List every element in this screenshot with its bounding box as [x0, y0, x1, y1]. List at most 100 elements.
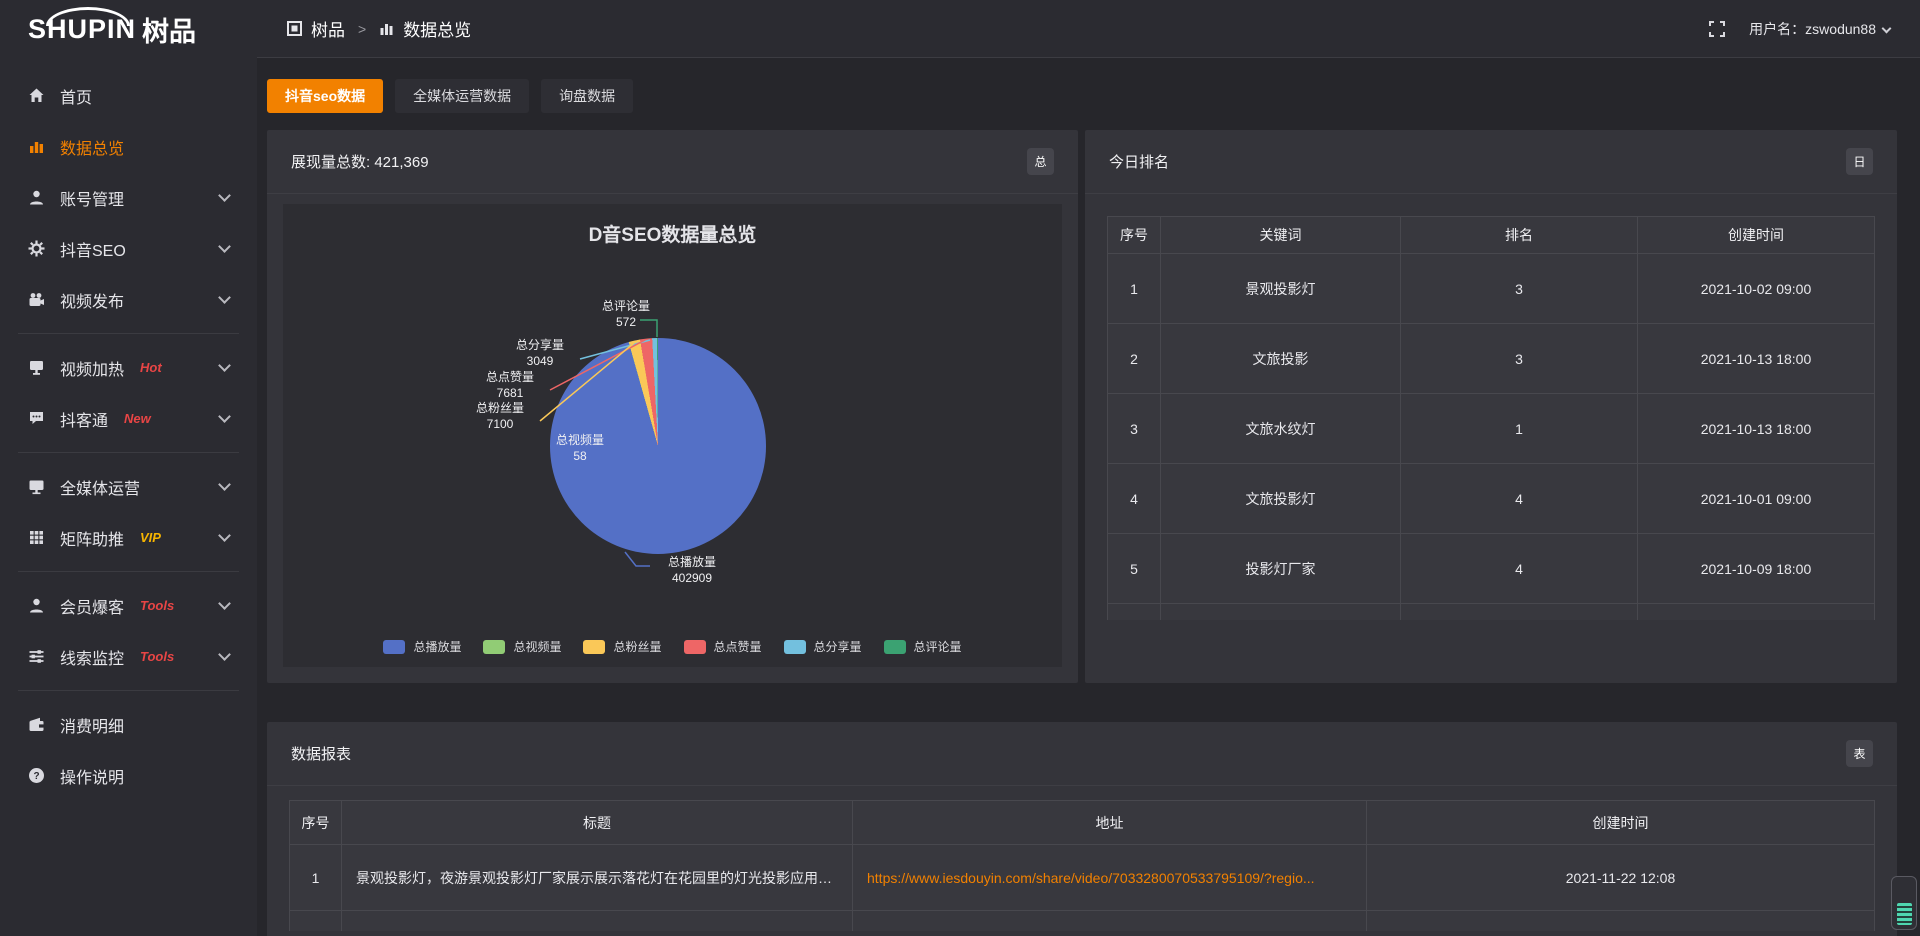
app-logo: SHUPIN 树品: [0, 0, 257, 58]
col-header-time: 创建时间: [1367, 801, 1875, 845]
content-area: 抖音seo数据 全媒体运营数据 询盘数据 展现量总数: 421,369 总 D音…: [257, 58, 1920, 936]
total-toggle-button[interactable]: 总: [1027, 148, 1054, 175]
scroll-widget[interactable]: [1891, 876, 1917, 930]
bar-chart-icon: [28, 138, 45, 155]
pie-label-shares: 总分享量3049: [497, 337, 583, 369]
breadcrumb: 树品 > 数据总览: [287, 16, 471, 41]
video-camera-icon: [28, 291, 45, 308]
menu-divider: [18, 690, 239, 691]
legend-item-likes[interactable]: 总点赞量: [684, 638, 762, 655]
sidebar-item-video-heat[interactable]: 视频加热 Hot: [0, 342, 257, 393]
sidebar-item-expense-detail[interactable]: 消费明细: [0, 699, 257, 750]
sidebar-item-douyin-seo[interactable]: 抖音SEO: [0, 223, 257, 274]
topbar-right: 用户名：zswodun88: [1709, 19, 1890, 39]
table-row[interactable]: 3文旅水纹灯12021-10-13 18:00: [1108, 394, 1875, 464]
report-title-cell: 景观投影灯，夜游景观投影灯厂家展示展示落花灯在花园里的灯光投影应用效果 #: [342, 845, 853, 911]
table-row[interactable]: 1 景观投影灯，夜游景观投影灯厂家展示展示落花灯在花园里的灯光投影应用效果 # …: [290, 845, 1875, 911]
breadcrumb-item-root[interactable]: 树品: [311, 16, 345, 41]
sidebar-item-omnimedia[interactable]: 全媒体运营: [0, 461, 257, 512]
breadcrumb-item-current[interactable]: 数据总览: [403, 16, 471, 41]
col-header-keyword: 关键词: [1161, 217, 1401, 254]
video-link[interactable]: https://www.iesdouyin.com/share/video/70…: [867, 870, 1315, 886]
chevron-down-icon: [218, 597, 231, 610]
menu-divider: [18, 571, 239, 572]
sidebar-item-label: 视频加热: [60, 356, 124, 380]
scroll-thumb[interactable]: [1897, 903, 1912, 925]
legend-item-fans[interactable]: 总粉丝量: [583, 638, 661, 655]
sidebar-item-video-publish[interactable]: 视频发布: [0, 274, 257, 325]
table-header-row: 序号 关键词 排名 创建时间: [1108, 217, 1875, 254]
sidebar-item-home[interactable]: 首页: [0, 70, 257, 121]
table-row-partial: [1108, 604, 1875, 620]
rank-panel-header: 今日排名 日: [1085, 130, 1897, 194]
day-toggle-button[interactable]: 日: [1846, 148, 1873, 175]
legend-item-plays[interactable]: 总播放量: [383, 638, 461, 655]
table-header-row: 序号 标题 地址 创建时间: [290, 801, 1875, 845]
sidebar-item-label: 抖客通: [60, 407, 108, 431]
home-icon: [28, 87, 45, 104]
pie-label-comments: 总评论量572: [583, 298, 669, 330]
pie-label-videos: 总视频量58: [537, 432, 623, 464]
chevron-down-icon: [218, 189, 231, 202]
chevron-down-icon: [218, 410, 231, 423]
member-icon: [28, 597, 45, 614]
legend-swatch: [383, 640, 405, 654]
sidebar-item-label: 操作说明: [60, 764, 124, 788]
col-header-rank: 排名: [1401, 217, 1638, 254]
top-bar: 树品 > 数据总览 用户名：zswodun88: [257, 0, 1920, 58]
menu-divider: [18, 333, 239, 334]
table-row[interactable]: 5投影灯厂家42021-10-09 18:00: [1108, 534, 1875, 604]
tools-badge: Tools: [140, 649, 174, 664]
sliders-icon: [28, 648, 45, 665]
app-square-icon: [287, 21, 302, 36]
chart-legend: 总播放量 总视频量 总粉丝量 总点赞量 总分享量 总评论量: [283, 638, 1062, 655]
help-icon: ?: [28, 767, 45, 784]
sidebar-item-help[interactable]: ? 操作说明: [0, 750, 257, 801]
fullscreen-icon[interactable]: [1709, 21, 1725, 37]
legend-item-videos[interactable]: 总视频量: [483, 638, 561, 655]
chat-icon: [28, 410, 45, 427]
wallet-icon: [28, 716, 45, 733]
chevron-down-icon: [218, 291, 231, 304]
today-rank-table: 序号 关键词 排名 创建时间 1景观投影灯32021-10-02 09:00 2…: [1107, 216, 1875, 620]
sidebar-item-label: 视频发布: [60, 288, 124, 312]
col-header-time: 创建时间: [1638, 217, 1875, 254]
table-row[interactable]: 1景观投影灯32021-10-02 09:00: [1108, 254, 1875, 324]
tab-douyin-seo-data[interactable]: 抖音seo数据: [267, 79, 383, 113]
pie-label-plays: 总播放量402909: [649, 554, 735, 586]
table-row[interactable]: 4文旅投影灯42021-10-01 09:00: [1108, 464, 1875, 534]
gear-icon: [28, 240, 45, 257]
report-panel-title: 数据报表: [291, 743, 351, 764]
sidebar-item-lead-monitor[interactable]: 线索监控 Tools: [0, 631, 257, 682]
board-icon: [28, 359, 45, 376]
table-toggle-button[interactable]: 表: [1846, 740, 1873, 767]
username-label: 用户名：zswodun88: [1749, 19, 1876, 39]
app-window: SHUPIN 树品 首页 数据总览 账号管理 抖音SEO: [0, 0, 1920, 936]
chevron-down-icon: [218, 648, 231, 661]
sidebar-item-matrix-boost[interactable]: 矩阵助推 VIP: [0, 512, 257, 563]
logo-cjk-text: 树品: [142, 10, 196, 49]
today-rank-panel: 今日排名 日 序号 关键词 排名 创建时间 1景观投影灯32021-10-02 …: [1085, 130, 1897, 683]
table-row[interactable]: 2文旅投影32021-10-13 18:00: [1108, 324, 1875, 394]
tab-omnimedia-data[interactable]: 全媒体运营数据: [395, 79, 529, 113]
legend-item-comments[interactable]: 总评论量: [884, 638, 962, 655]
data-report-table: 序号 标题 地址 创建时间 1 景观投影灯，夜游景观投影灯厂家展示展示落花灯在花…: [289, 800, 1875, 931]
sidebar-item-douketong[interactable]: 抖客通 New: [0, 393, 257, 444]
bar-chart-icon: [379, 21, 394, 36]
grid-icon: [28, 529, 45, 546]
pie-label-likes: 总点赞量7681: [467, 369, 553, 401]
user-menu[interactable]: 用户名：zswodun88: [1749, 19, 1890, 39]
legend-swatch: [684, 640, 706, 654]
col-header-url: 地址: [853, 801, 1367, 845]
sidebar-item-account[interactable]: 账号管理: [0, 172, 257, 223]
legend-item-shares[interactable]: 总分享量: [784, 638, 862, 655]
legend-swatch: [884, 640, 906, 654]
tab-inquiry-data[interactable]: 询盘数据: [541, 79, 633, 113]
user-icon: [28, 189, 45, 206]
sidebar-item-label: 线索监控: [60, 645, 124, 669]
chevron-down-icon: [218, 359, 231, 372]
col-header-no: 序号: [1108, 217, 1161, 254]
sidebar-item-member-burst[interactable]: 会员爆客 Tools: [0, 580, 257, 631]
sidebar-item-data-overview[interactable]: 数据总览: [0, 121, 257, 172]
legend-swatch: [583, 640, 605, 654]
